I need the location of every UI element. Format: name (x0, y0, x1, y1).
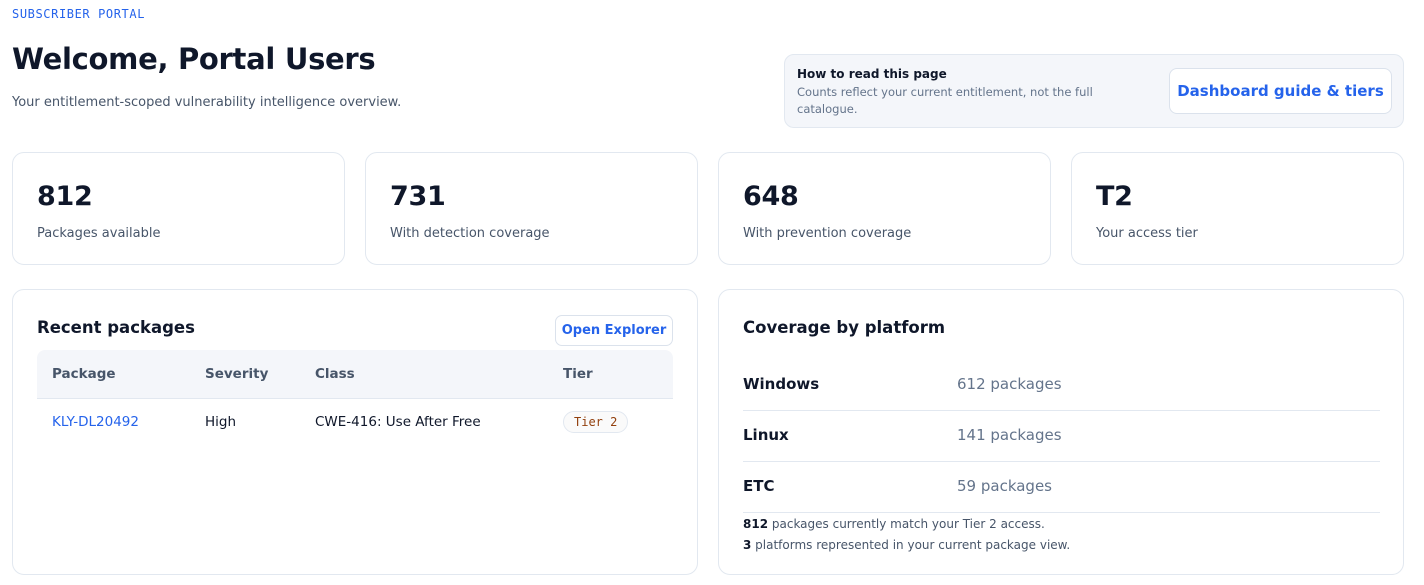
column-header-severity: Severity (190, 350, 300, 399)
platform-count: 59 packages (957, 477, 1052, 495)
stat-value: 812 (37, 181, 93, 212)
dashboard-guide-button[interactable]: Dashboard guide & tiers (1169, 68, 1392, 114)
stat-label: Your access tier (1096, 226, 1198, 241)
stat-card-tier: T2 Your access tier (1071, 152, 1404, 265)
column-header-package: Package (37, 350, 190, 399)
tier-badge: Tier 2 (563, 411, 629, 434)
recent-packages-title: Recent packages (37, 318, 195, 337)
coverage-note-match: 812 packages currently match your Tier 2… (743, 514, 1070, 535)
note-text: platforms represented in your current pa… (751, 538, 1071, 552)
stat-label: Packages available (37, 226, 161, 241)
coverage-notes: 812 packages currently match your Tier 2… (743, 514, 1070, 556)
column-header-class: Class (300, 350, 548, 399)
platform-count: 612 packages (957, 375, 1062, 393)
help-title: How to read this page (797, 67, 947, 81)
stat-label: With detection coverage (390, 226, 550, 241)
note-text: packages currently match your Tier 2 acc… (768, 517, 1045, 531)
stat-card-prevention: 648 With prevention coverage (718, 152, 1051, 265)
note-count: 812 (743, 517, 769, 531)
class-cell: CWE-416: Use After Free (315, 414, 481, 431)
stat-value: 648 (743, 181, 799, 212)
platform-list: Windows 612 packages Linux 141 packages … (743, 360, 1380, 513)
help-box: How to read this page Counts reflect you… (784, 54, 1404, 128)
table-row: KLY-DL20492 High CWE-416: Use After Free… (37, 398, 673, 446)
platform-row-linux: Linux 141 packages (743, 411, 1380, 462)
platform-name: Linux (743, 426, 789, 444)
stat-label: With prevention coverage (743, 226, 912, 241)
portal-eyebrow: SUBSCRIBER PORTAL (12, 7, 146, 21)
help-body: Counts reflect your current entitlement,… (797, 85, 1093, 116)
open-explorer-button[interactable]: Open Explorer (555, 315, 673, 346)
severity-cell: High (205, 414, 237, 431)
column-header-tier: Tier (548, 350, 673, 399)
platform-name: ETC (743, 477, 775, 495)
platform-row-etc: ETC 59 packages (743, 462, 1380, 513)
stat-value: T2 (1096, 181, 1133, 212)
stat-card-packages: 812 Packages available (12, 152, 345, 265)
page-title: Welcome, Portal Users (12, 42, 376, 76)
packages-table: Package Severity Class Tier KLY-DL20492 … (37, 350, 673, 446)
page-subtitle: Your entitlement-scoped vulnerability in… (12, 95, 402, 110)
table-header-row: Package Severity Class Tier (37, 350, 673, 399)
stat-card-detection: 731 With detection coverage (365, 152, 698, 265)
platform-row-windows: Windows 612 packages (743, 360, 1380, 411)
package-link[interactable]: KLY-DL20492 (52, 414, 139, 430)
platform-name: Windows (743, 375, 820, 393)
coverage-note-platforms: 3 platforms represented in your current … (743, 535, 1070, 556)
platform-count: 141 packages (957, 426, 1062, 444)
coverage-panel: Coverage by platform Windows 612 package… (718, 289, 1404, 575)
stat-value: 731 (390, 181, 446, 212)
recent-packages-panel: Recent packages Open Explorer Package Se… (12, 289, 698, 575)
coverage-title: Coverage by platform (743, 318, 946, 337)
